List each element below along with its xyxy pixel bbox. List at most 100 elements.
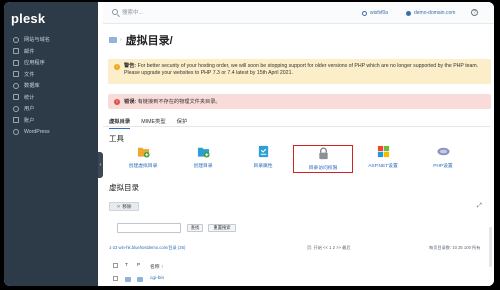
pagination[interactable]: 页: 开始 << 1 2 >> 最后 [307, 245, 351, 251]
reset-search-button[interactable]: 重置搜索 [208, 224, 236, 232]
checkbox-box [113, 263, 118, 268]
sidebar-item-label: 邮件 [24, 48, 35, 55]
tool-label: PHP设置 [433, 164, 453, 169]
sidebar-item-mail[interactable]: 邮件 [4, 46, 98, 58]
domain-name: demo-domain.com [414, 10, 456, 16]
checkbox-box [113, 276, 118, 281]
tool-dir-access-permissions[interactable]: 目录访问权限 [293, 145, 353, 173]
user-name: wisfsf0a [370, 10, 389, 16]
tool-label: 目录属性 [253, 164, 273, 169]
sidebar-item-label: 网站与域名 [24, 37, 50, 44]
main-content: 搜索中... wisfsf0a demo-domain.com ? › 虚拟目录… [103, 2, 494, 286]
sidebar-item-label: WordPress [24, 128, 50, 135]
folder-icon [125, 277, 131, 282]
warning-text: For better security of your hosting orde… [124, 63, 479, 77]
breadcrumb-separator: › [120, 37, 122, 43]
error-icon: ! [114, 98, 120, 105]
tool-label: ASP.NET设置 [368, 164, 398, 169]
error-alert: ! 错误: 有链接到不存在的物理文件夹目录。 [108, 94, 491, 109]
sidebar-item-files[interactable]: 文件 [4, 69, 98, 81]
users-icon [13, 105, 19, 112]
tools-panel: 创建虚拟目录 创建目录 目录属性 目录访问权限 ASP.NET设置 PHP设置 [109, 145, 489, 175]
sidebar-item-label: 统计 [24, 94, 35, 101]
warning-alert: ! 警告: For better security of your hostin… [108, 59, 491, 84]
listing-meta: 1-23 win-hk.bluehostdemo.com/目录 (26) 页: … [109, 245, 490, 252]
remove-label: 移除 [122, 203, 132, 209]
page-title: 虚拟目录/ [125, 35, 173, 47]
sidebar: plesk 网站与域名 邮件 应用程序 文件 数据库 统计 用户 账户 Word… [4, 2, 98, 286]
files-icon [13, 71, 19, 78]
sidebar-item-users[interactable]: 用户 [4, 103, 98, 115]
apps-icon [13, 59, 19, 66]
sidebar-item-websites[interactable]: 网站与域名 [4, 34, 98, 46]
search-placeholder: 搜索中... [122, 10, 144, 16]
help-icon[interactable]: ? [471, 9, 478, 16]
sidebar-item-statistics[interactable]: 统计 [4, 92, 98, 104]
tool-label: 创建虚拟目录 [128, 164, 158, 169]
lock-icon [318, 147, 328, 160]
database-icon [13, 82, 19, 89]
virtual-directories-heading: 虚拟目录 [109, 183, 139, 192]
stats-icon [13, 94, 19, 101]
aspnet-icon [377, 145, 389, 158]
tools-heading: 工具 [109, 134, 124, 143]
globe-icon [13, 36, 19, 43]
scrollbar[interactable] [489, 227, 492, 267]
folder-icon[interactable] [109, 37, 117, 43]
column-p[interactable]: P [137, 263, 140, 268]
sidebar-item-label: 应用程序 [24, 60, 45, 67]
sidebar-item-label: 账户 [24, 117, 35, 124]
sidebar-item-account[interactable]: 账户 [4, 115, 98, 127]
error-text: 有链接到不存在的物理文件夹目录。 [137, 99, 221, 105]
mail-icon [13, 48, 19, 55]
table-row: cgi-bin [109, 276, 490, 284]
plesk-logo[interactable]: plesk [11, 11, 45, 26]
search-input[interactable] [117, 223, 181, 233]
top-bar: 搜索中... wisfsf0a demo-domain.com ? [103, 2, 494, 24]
account-icon [13, 117, 19, 124]
warning-label: 警告: [124, 63, 137, 69]
dir-properties-icon [258, 145, 268, 158]
wordpress-icon [13, 128, 19, 135]
expand-icon[interactable]: ⤢ [477, 203, 482, 210]
tool-php-settings[interactable]: PHP设置 [413, 145, 473, 169]
domain-selector[interactable]: demo-domain.com [406, 10, 455, 16]
current-path[interactable]: 1-23 win-hk.bluehostdemo.com/目录 (26) [109, 245, 185, 251]
tool-label: 创建目录 [193, 164, 213, 169]
tool-aspnet-settings[interactable]: ASP.NET设置 [353, 145, 413, 169]
app-window: plesk 网站与域名 邮件 应用程序 文件 数据库 统计 用户 账户 Word… [4, 2, 494, 286]
php-icon [436, 147, 450, 156]
tab-virtual-directories[interactable]: 虚拟目录 [109, 117, 131, 129]
warning-icon: ! [114, 64, 120, 70]
column-name[interactable]: 名称 ↑ [150, 263, 163, 270]
tab-protection[interactable]: 保护 [177, 117, 188, 129]
sidebar-item-label: 用户 [24, 106, 35, 113]
tool-create-dir[interactable]: 创建目录 [173, 145, 233, 169]
remove-button[interactable]: ✕ 移除 [109, 202, 139, 211]
sidebar-nav: 网站与域名 邮件 应用程序 文件 数据库 统计 用户 账户 WordPress [4, 34, 98, 138]
items-per-page[interactable]: 每页目录数: 10 25 100 所有 [429, 245, 480, 251]
tabs-divider [103, 126, 490, 127]
tab-mime-types[interactable]: MIME类型 [141, 117, 165, 129]
sidebar-item-label: 数据库 [24, 83, 40, 90]
column-type[interactable]: T [125, 263, 128, 268]
row-name-link[interactable]: cgi-bin [150, 276, 164, 281]
global-search[interactable]: 搜索中... [112, 8, 143, 16]
globe-icon [406, 10, 411, 16]
sidebar-item-wordpress[interactable]: WordPress [4, 126, 98, 138]
tool-dir-properties[interactable]: 目录属性 [233, 145, 293, 169]
page-header: › 虚拟目录/ [109, 32, 173, 48]
tool-create-virtual-dir[interactable]: 创建虚拟目录 [113, 145, 173, 169]
user-icon [362, 10, 367, 16]
sidebar-item-apps[interactable]: 应用程序 [4, 57, 98, 69]
user-menu[interactable]: wisfsf0a [362, 10, 388, 16]
table-header: T P 名称 ↑ [109, 263, 490, 271]
search-button[interactable]: 查找 [187, 224, 203, 232]
remove-icon: ✕ [116, 203, 121, 209]
sidebar-item-label: 文件 [24, 71, 35, 78]
search-icon [112, 9, 118, 15]
tool-label: 目录访问权限 [308, 166, 338, 171]
sidebar-item-databases[interactable]: 数据库 [4, 80, 98, 92]
error-label: 错误: [124, 99, 137, 105]
tab-bar: 虚拟目录 MIME类型 保护 [109, 117, 198, 129]
